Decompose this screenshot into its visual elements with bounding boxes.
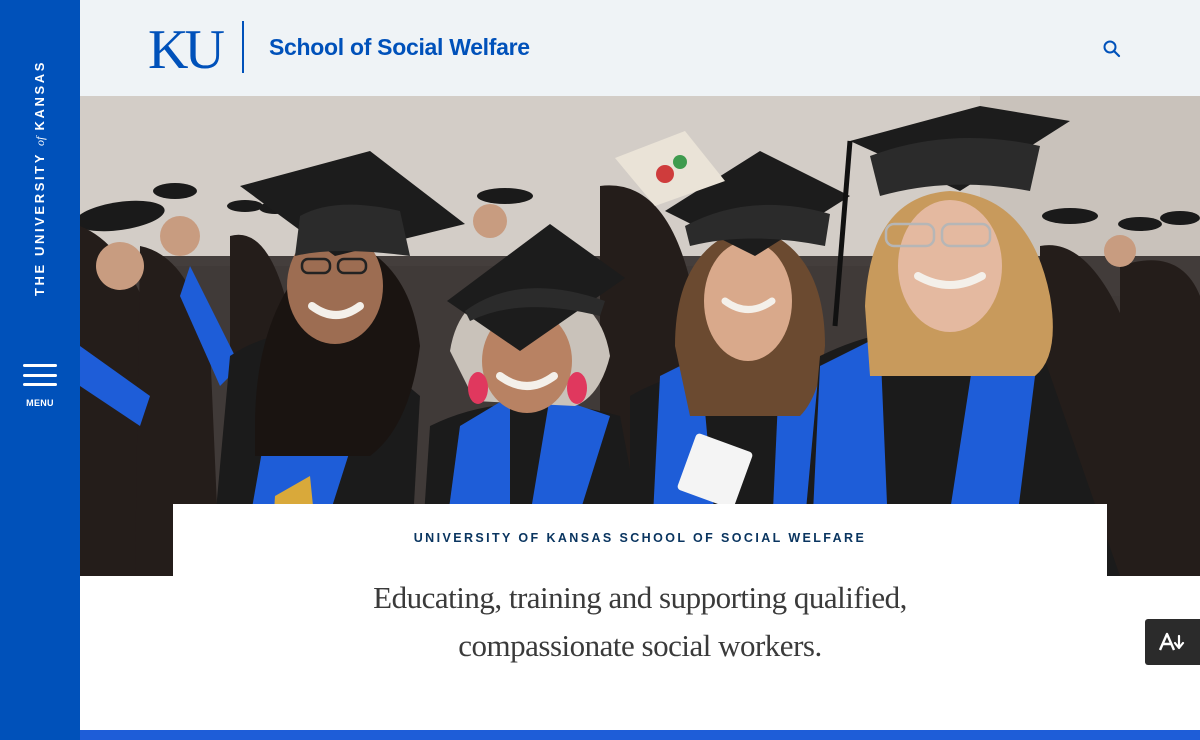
- university-wordmark[interactable]: THE UNIVERSITY of KANSAS: [32, 60, 48, 296]
- ku-logo[interactable]: KU: [147, 18, 227, 76]
- search-icon: [1103, 40, 1121, 58]
- search-button[interactable]: [1101, 38, 1123, 60]
- wordmark-kansas: KANSAS: [32, 59, 47, 131]
- ku-logo-text: KU: [148, 19, 224, 76]
- hamburger-icon: [23, 360, 57, 390]
- hero-tagline: Educating, training and supporting quali…: [260, 574, 1020, 670]
- header-divider: [242, 21, 244, 73]
- wordmark-the-university: THE UNIVERSITY: [32, 152, 47, 297]
- tagline-line-1: Educating, training and supporting quali…: [373, 580, 907, 615]
- tagline-line-2: compassionate social workers.: [458, 628, 822, 663]
- ku-logo-mark: KU: [148, 19, 227, 76]
- menu-label: MENU: [26, 398, 54, 408]
- accessibility-button[interactable]: [1145, 619, 1200, 665]
- site-header: KU School of Social Welfare: [80, 0, 1200, 96]
- menu-button[interactable]: MENU: [14, 360, 66, 418]
- hero-caption-card: UNIVERSITY OF KANSAS SCHOOL OF SOCIAL WE…: [173, 504, 1107, 576]
- school-eyebrow: UNIVERSITY OF KANSAS SCHOOL OF SOCIAL WE…: [413, 531, 867, 545]
- text-to-speech-icon: [1158, 632, 1184, 651]
- sidebar: THE UNIVERSITY of KANSAS MENU: [0, 0, 80, 740]
- bottom-accent-bar: [80, 730, 1200, 740]
- wordmark-of: of: [33, 136, 47, 147]
- school-title[interactable]: School of Social Welfare: [269, 34, 530, 61]
